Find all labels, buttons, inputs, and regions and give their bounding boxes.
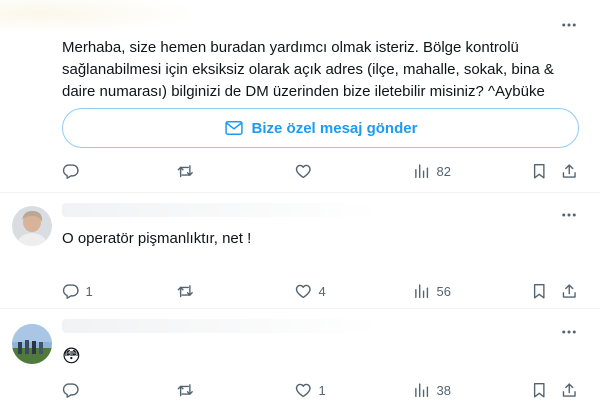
- share-icon: [562, 164, 576, 178]
- views-button[interactable]: 56: [412, 279, 451, 303]
- share-button[interactable]: [560, 279, 579, 303]
- view-count: 82: [436, 163, 451, 179]
- tweet-1[interactable]: Merhaba, size hemen buradan yardımcı olm…: [0, 0, 600, 192]
- retweet-button[interactable]: [176, 378, 201, 402]
- author-header: [62, 203, 382, 217]
- avatar[interactable]: [12, 324, 52, 364]
- like-icon: [295, 164, 311, 178]
- like-icon: [295, 383, 311, 397]
- views-icon: [415, 284, 429, 298]
- view-count: 38: [436, 382, 451, 398]
- tweet-2[interactable]: O operatör pişmanlıktır, net ! 1 4 56: [0, 193, 600, 308]
- reply-button[interactable]: 1: [61, 279, 93, 303]
- more-icon: [562, 213, 576, 217]
- bookmark-button[interactable]: [530, 279, 549, 303]
- reply-icon: [62, 164, 79, 179]
- like-count: 1: [318, 382, 326, 398]
- avatar-image: [12, 324, 52, 364]
- more-options-button[interactable]: [558, 204, 580, 226]
- reply-icon: [62, 284, 79, 299]
- bookmark-icon: [533, 283, 545, 299]
- flushed-face-emoji: 😳: [62, 346, 81, 366]
- tweet-3[interactable]: 😳 1 38: [0, 309, 600, 410]
- retweet-icon: [177, 284, 193, 298]
- views-button[interactable]: 82: [412, 159, 451, 183]
- like-button[interactable]: 1: [294, 378, 326, 402]
- reply-button[interactable]: [61, 378, 86, 402]
- tweet-actions: 1 38: [0, 378, 600, 402]
- author-header: [0, 0, 200, 34]
- views-button[interactable]: 38: [412, 378, 451, 402]
- like-button[interactable]: 4: [294, 279, 326, 303]
- retweet-button[interactable]: [176, 279, 201, 303]
- tweet-text: O operatör pişmanlıktır, net !: [62, 230, 252, 247]
- like-icon: [295, 284, 311, 298]
- reply-icon: [62, 383, 79, 398]
- views-icon: [415, 383, 429, 397]
- views-icon: [415, 164, 429, 178]
- reply-button[interactable]: [61, 159, 86, 183]
- share-icon: [562, 383, 576, 397]
- share-button[interactable]: [560, 378, 579, 402]
- share-icon: [562, 284, 576, 298]
- view-count: 56: [436, 283, 451, 299]
- more-options-button[interactable]: [558, 14, 580, 36]
- avatar-image: [12, 206, 52, 246]
- author-header: [62, 319, 382, 333]
- avatar[interactable]: [12, 206, 52, 246]
- reply-count: 1: [85, 283, 93, 299]
- more-options-button[interactable]: [558, 321, 580, 343]
- like-button[interactable]: [294, 159, 319, 183]
- bookmark-icon: [533, 163, 545, 179]
- more-icon: [562, 330, 576, 334]
- bookmark-button[interactable]: [530, 378, 549, 402]
- bookmark-icon: [533, 382, 545, 398]
- retweet-icon: [177, 164, 193, 178]
- bookmark-button[interactable]: [530, 159, 549, 183]
- retweet-button[interactable]: [176, 159, 201, 183]
- more-icon: [562, 23, 576, 27]
- like-count: 4: [318, 283, 326, 299]
- tweet-actions: 82: [0, 159, 600, 183]
- share-button[interactable]: [560, 159, 579, 183]
- tweet-text: Merhaba, size hemen buradan yardımcı olm…: [62, 39, 554, 100]
- tweet-actions: 1 4 56: [0, 279, 600, 303]
- send-dm-button[interactable]: Bize özel mesaj gönder: [62, 108, 579, 148]
- envelope-icon: [224, 121, 243, 135]
- retweet-icon: [177, 383, 193, 397]
- send-dm-label: Bize özel mesaj gönder: [251, 119, 418, 137]
